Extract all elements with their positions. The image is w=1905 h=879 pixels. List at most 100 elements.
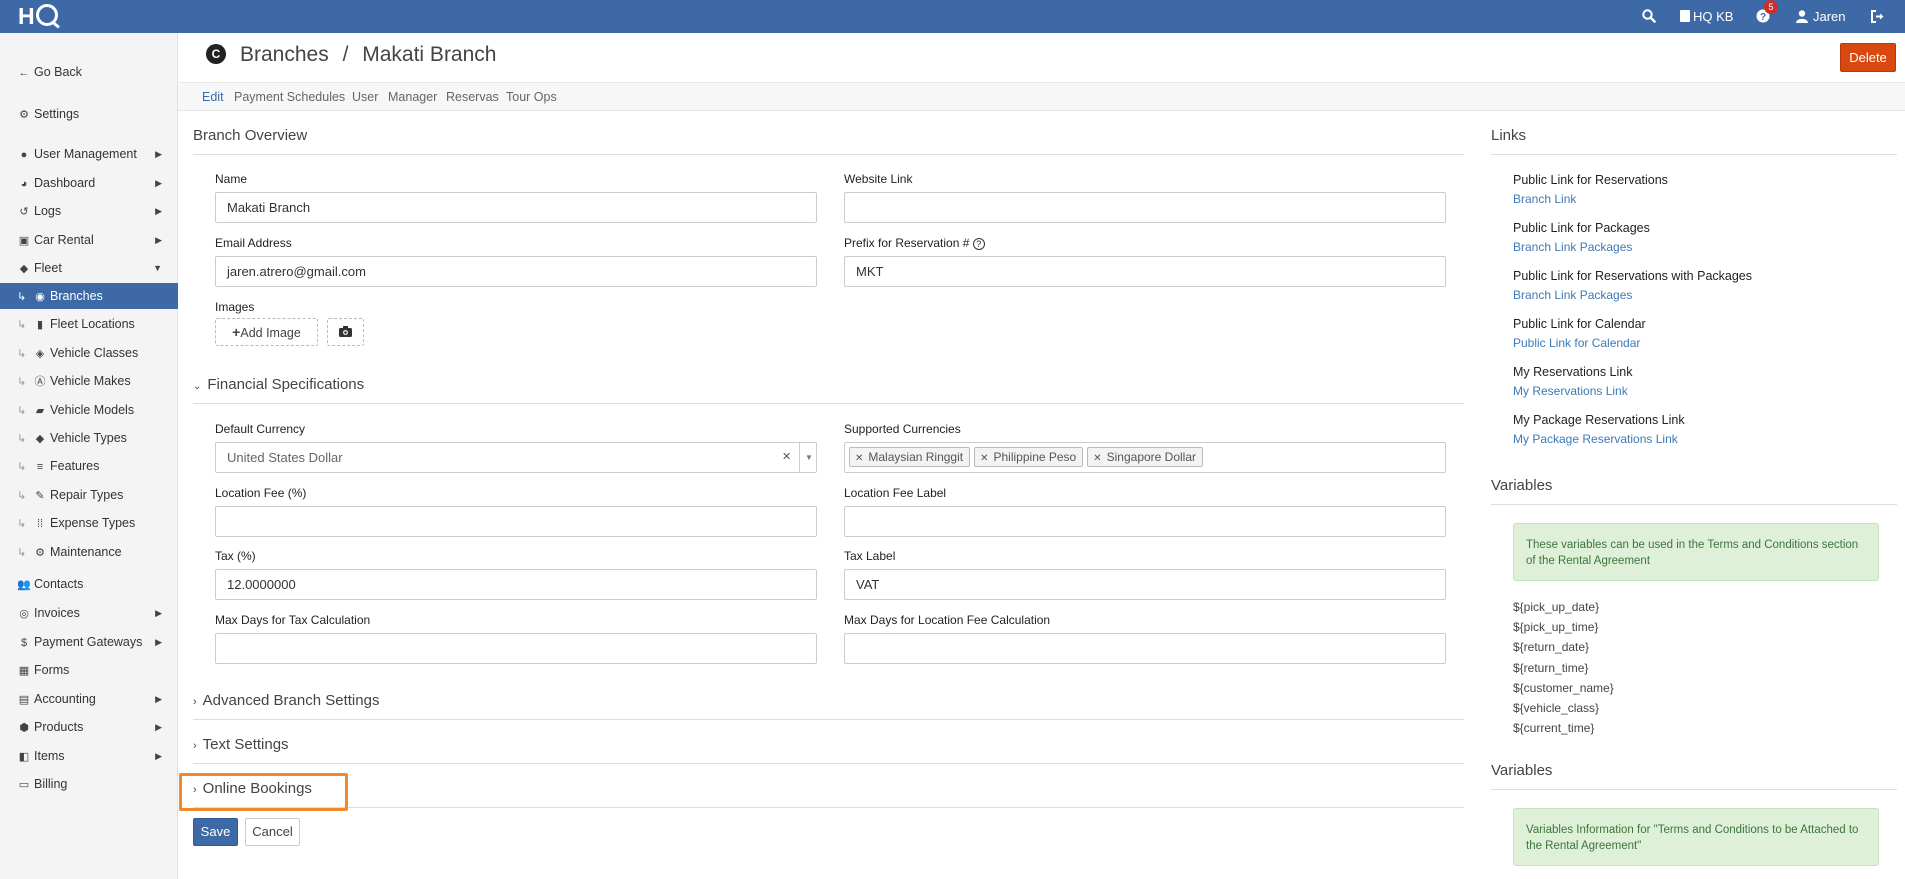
chevron-right-icon: › [193, 740, 197, 752]
breadcrumb-root[interactable]: Branches [240, 43, 329, 66]
tag-icon: ◆ [35, 433, 45, 445]
kb-link[interactable]: HQ KB [1680, 0, 1733, 33]
camera-button[interactable] [327, 318, 364, 346]
sidebar-item-items[interactable]: ◧ Items ▶ [0, 743, 178, 769]
default-currency-label: Default Currency [215, 422, 306, 436]
chevron-right-icon: ▶ [155, 178, 162, 188]
clear-x-icon[interactable]: ✕ [782, 443, 791, 472]
tab-tour-ops[interactable]: Tour Ops [506, 83, 557, 112]
sidebar-item-car-rental[interactable]: ▣ Car Rental ▶ [0, 227, 178, 253]
sidebar-item-vehicle-models[interactable]: ↳ ▰ Vehicle Models [0, 397, 178, 423]
sidebar-item-expense-types[interactable]: ↳ ⁞⁞ Expense Types [0, 510, 178, 536]
branch-link[interactable]: Branch Link [1513, 192, 1576, 206]
sidebar-item-logs[interactable]: ↺ Logs ▶ [0, 198, 178, 224]
section-text-settings[interactable]: › Text Settings [193, 736, 289, 753]
chevron-down-icon[interactable]: ▼ [805, 443, 813, 472]
images-label: Images [215, 300, 255, 314]
sidebar-item-user-management[interactable]: ● User Management ▶ [0, 141, 178, 167]
save-button[interactable]: Save [193, 818, 238, 846]
sidebar-settings[interactable]: ⚙ Settings [0, 101, 178, 127]
variable-item: ${return_time} [1513, 661, 1589, 675]
default-currency-select[interactable]: United States Dollar ✕ ▼ [215, 442, 817, 473]
section-advanced-branch-settings[interactable]: › Advanced Branch Settings [193, 692, 379, 709]
max-days-tax-field[interactable] [215, 633, 817, 664]
sidebar-item-forms[interactable]: ▦ Forms [0, 657, 178, 683]
remove-x-icon[interactable]: ✕ [1093, 453, 1101, 464]
sidebar-item-fleet-locations[interactable]: ↳ ▮ Fleet Locations [0, 311, 178, 337]
user-menu[interactable]: Jaren [1796, 0, 1846, 33]
wrench-icon: ✎ [35, 490, 45, 502]
link-label: My Reservations Link [1513, 365, 1633, 379]
section-title-financial[interactable]: ⌄ Financial Specifications [193, 376, 364, 393]
car-icon: ◆ [19, 263, 29, 275]
breadcrumb-separator: / [342, 43, 349, 66]
tab-user[interactable]: User [352, 83, 378, 112]
website-link-field[interactable] [844, 192, 1446, 223]
pie-chart-icon: ◕ [20, 178, 28, 190]
sidebar-item-maintenance[interactable]: ↳ ⚙ Maintenance [0, 539, 178, 565]
sidebar-item-features[interactable]: ↳ ≡ Features [0, 453, 178, 479]
sidebar-item-label: Accounting [34, 692, 96, 706]
tax-label-field[interactable]: VAT [844, 569, 1446, 600]
max-days-location-field[interactable] [844, 633, 1446, 664]
tab-reservas[interactable]: Reservas [446, 83, 499, 112]
sidebar-item-dashboard[interactable]: ◕ Dashboard ▶ [0, 170, 178, 196]
sidebar-item-vehicle-classes[interactable]: ↳ ◈ Vehicle Classes [0, 340, 178, 366]
sidebar-item-label: Products [34, 720, 84, 734]
remove-x-icon[interactable]: ✕ [855, 453, 863, 464]
app-logo[interactable]: HQH [18, 3, 58, 30]
sidebar-item-repair-types[interactable]: ↳ ✎ Repair Types [0, 482, 178, 508]
location-fee-label-field[interactable] [844, 506, 1446, 537]
tab-payment-schedules[interactable]: Payment Schedules [234, 83, 345, 112]
sidebar-item-fleet[interactable]: ◆ Fleet ▼ [0, 255, 178, 281]
tree-line: ↳ [17, 547, 27, 559]
sidebar-item-invoices[interactable]: ◎ Invoices ▶ [0, 600, 178, 626]
sidebar-go-back[interactable]: ← Go Back [0, 59, 178, 85]
my-package-reservations-link[interactable]: My Package Reservations Link [1513, 432, 1678, 446]
sidebar-item-products[interactable]: ⬢ Products ▶ [0, 714, 178, 740]
section-label: Text Settings [202, 736, 289, 753]
cancel-button[interactable]: Cancel [245, 818, 300, 846]
supported-currencies-select[interactable]: ✕ Malaysian Ringgit ✕ Philippine Peso ✕ Singa… [844, 442, 1446, 473]
logout-icon[interactable] [1871, 0, 1885, 33]
name-field[interactable]: Makati Branch [215, 192, 817, 223]
sidebar-item-contacts[interactable]: 👥 Contacts [0, 571, 178, 597]
calendar-link[interactable]: Public Link for Calendar [1513, 336, 1640, 350]
currency-chip: ✕ Malaysian Ringgit [849, 447, 971, 467]
location-fee-label-label: Location Fee Label [844, 486, 947, 500]
email-field[interactable]: jaren.atrero@gmail.com [215, 256, 817, 287]
my-reservations-link[interactable]: My Reservations Link [1513, 384, 1628, 398]
question-circle-icon[interactable]: ? [972, 238, 985, 250]
settings-label: Settings [34, 107, 80, 121]
table-icon: ▦ [18, 665, 30, 677]
prefix-field[interactable]: MKT [844, 256, 1446, 287]
gear-icon: ⚙ [35, 547, 45, 559]
chevron-right-icon: ▶ [155, 206, 162, 216]
sidebar-item-billing[interactable]: ▭ Billing [0, 771, 178, 797]
tree-line: ↳ [17, 348, 27, 360]
sidebar-item-payment-gateways[interactable]: $ Payment Gateways ▶ [0, 629, 178, 655]
tree-line: ↳ [17, 433, 27, 445]
tax-field[interactable]: 12.0000000 [215, 569, 817, 600]
sidebar-item-accounting[interactable]: ▤ Accounting ▶ [0, 686, 178, 712]
sidebar-item-branches[interactable]: ↳ ◉ Branches [0, 283, 178, 309]
add-image-button[interactable]: +Add Image [215, 318, 318, 346]
tab-manager[interactable]: Manager [388, 83, 437, 112]
search-icon[interactable] [1642, 0, 1656, 33]
location-fee-field[interactable] [215, 506, 817, 537]
sidebar-item-vehicle-makes[interactable]: ↳ Ⓐ Vehicle Makes [0, 368, 178, 394]
sidebar-item-vehicle-types[interactable]: ↳ ◆ Vehicle Types [0, 425, 178, 451]
branch-link-packages[interactable]: Branch Link Packages [1513, 240, 1632, 254]
section-divider [1491, 504, 1897, 505]
sidebar-item-label: Repair Types [50, 488, 124, 502]
email-label: Email Address [215, 236, 292, 250]
currency-chip-label: Singapore Dollar [1106, 450, 1197, 464]
letter-a-icon: Ⓐ [34, 376, 46, 388]
remove-x-icon[interactable]: ✕ [980, 453, 988, 464]
link-label: Public Link for Packages [1513, 221, 1650, 235]
delete-button[interactable]: Delete [1840, 43, 1896, 72]
tab-edit[interactable]: Edit [202, 83, 224, 112]
branch-link-packages-reservations[interactable]: Branch Link Packages [1513, 288, 1632, 302]
section-divider [193, 807, 1464, 808]
section-divider [193, 763, 1464, 764]
